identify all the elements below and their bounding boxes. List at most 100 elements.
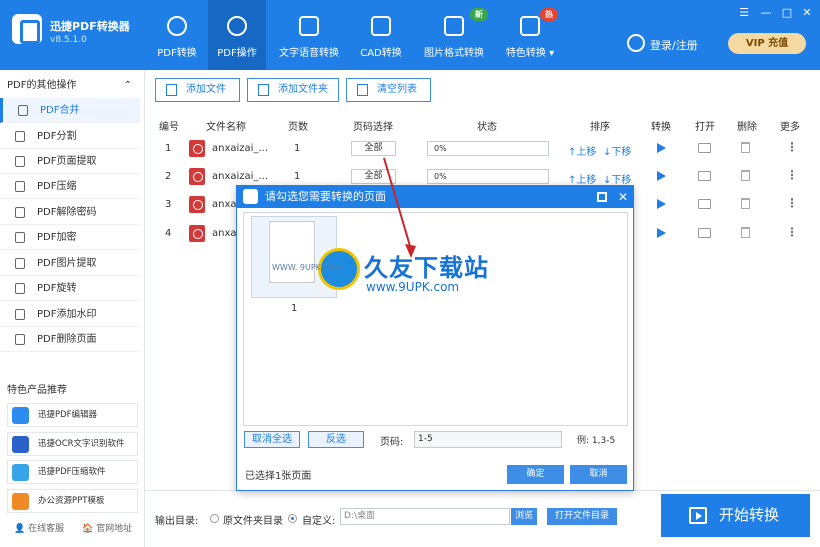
star-icon [520,16,540,36]
trash-icon[interactable] [741,170,750,181]
dialog-close-icon[interactable]: ✕ [618,186,628,208]
image-icon [15,258,25,269]
file-name: anxaizai_... [212,171,268,182]
sidebar-item-encrypt[interactable]: PDF加密 [0,225,140,250]
online-service-link[interactable]: 👤 在线客服 [14,521,64,534]
new-badge: 新 [470,8,488,21]
more-icon[interactable]: ⋮ [786,140,798,154]
waveform-icon [299,16,319,36]
folder-icon[interactable] [698,228,711,238]
move-up-button[interactable]: ↑上移 [568,143,596,158]
open-dir-button[interactable]: 打开文件目录 [547,508,617,525]
reco-pdf-compress[interactable]: 迅捷PDF压缩软件 [7,460,138,484]
reco-ppt[interactable]: 办公资源PPT模板 [7,489,138,513]
sidebar-item-extract[interactable]: PDF页面提取 [0,149,140,174]
page-thumbnail-area: 1 [243,212,628,426]
sidebar-item-merge[interactable]: PDF合并 [0,98,140,123]
pdf-file-icon [189,225,205,242]
rotate-icon [15,283,25,294]
tab-text-speech[interactable]: 文字语音转换 [272,0,346,70]
sidebar-item-watermark[interactable]: PDF添加水印 [0,302,140,327]
sidebar-item-compress[interactable]: PDF压缩 [0,174,140,199]
extract-icon [15,156,25,167]
invert-button[interactable]: 反选 [308,431,364,448]
convert-play-icon[interactable] [657,171,666,181]
login-link[interactable]: 登录/注册 [650,37,698,53]
reco-pdf-editor[interactable]: 迅捷PDF编辑器 [7,403,138,427]
convert-play-icon[interactable] [657,199,666,209]
collapse-icon[interactable]: ⌃ [124,76,132,96]
browse-button[interactable]: 浏览 [511,508,537,525]
folder-icon[interactable] [698,199,711,209]
move-down-button[interactable]: ↓下移 [603,143,631,158]
file-name: anxa [212,228,237,239]
clear-list-button[interactable]: 清空列表 [346,78,431,102]
menu-icon[interactable]: ☰ [737,6,751,19]
sidebar-item-delete-page[interactable]: PDF删除页面 [0,327,140,352]
ok-button[interactable]: 确定 [507,465,564,484]
convert-play-icon[interactable] [657,143,666,153]
sidebar-item-decrypt[interactable]: PDF解除密码 [0,200,140,225]
page-range-select[interactable]: 全部 [351,169,396,184]
page-range-select[interactable]: 全部 [351,141,396,156]
col-num: 编号 [159,122,179,133]
dialog-maximize-icon[interactable] [597,192,607,202]
trash-icon[interactable] [741,198,750,209]
file-name: anxaizai_... [212,143,268,154]
more-icon[interactable]: ⋮ [786,168,798,182]
col-pages: 页数 [288,122,308,133]
tab-cad[interactable]: CAD转换 [352,0,410,70]
add-folder-button[interactable]: 添加文件夹 [247,78,339,102]
minimize-icon[interactable]: — [759,6,773,19]
app-name: 迅捷PDF转换器 [50,20,130,33]
close-icon[interactable]: ✕ [800,6,814,19]
more-icon[interactable]: ⋮ [786,225,798,239]
reco-ocr[interactable]: 迅捷OCR文字识别软件 [7,432,138,456]
maximize-icon[interactable]: □ [780,6,794,19]
col-name: 文件名称 [206,122,246,133]
page-select-dialog: 请勾选您需要转换的页面 ✕ 1 取消全选 反选 页码: 1-5 例: 1,3-5… [236,185,634,491]
delete-page-icon [15,334,25,345]
clear-icon [357,84,368,96]
tab-pdf-operate[interactable]: PDF操作 [208,0,266,70]
tab-pdf-convert[interactable]: PDF转换 [146,0,208,70]
split-icon [15,131,25,142]
shield-icon [15,232,25,243]
vip-button[interactable]: VIP 充值 [728,33,806,54]
folder-icon[interactable] [698,171,711,181]
cancel-all-button[interactable]: 取消全选 [244,431,300,448]
col-order: 排序 [590,122,610,133]
output-label: 输出目录: [155,516,199,527]
trash-icon[interactable] [741,142,750,153]
convert-play-icon[interactable] [657,228,666,238]
app-logo-icon [12,14,42,44]
cancel-button[interactable]: 取消 [570,465,627,484]
progress-bar: 0% [427,141,549,156]
sidebar-item-image-extract[interactable]: PDF图片提取 [0,251,140,276]
page-code-input[interactable]: 1-5 [414,431,562,448]
add-file-icon [166,84,177,96]
move-down-button[interactable]: ↓下移 [603,171,631,186]
gear-icon [227,16,247,36]
move-up-button[interactable]: ↑上移 [568,171,596,186]
pdf-editor-icon [12,407,29,424]
radio-source-folder[interactable] [210,514,219,523]
lock-open-icon [15,207,25,218]
output-path-input[interactable]: D:\桌面 [340,508,510,525]
more-icon[interactable]: ⋮ [786,196,798,210]
radio-custom-folder[interactable] [288,514,297,523]
website-link[interactable]: 🏠 官网地址 [82,521,132,534]
ocr-icon [12,436,29,453]
sidebar-title[interactable]: PDF的其他操作 ⌃ [0,76,140,96]
folder-icon[interactable] [698,143,711,153]
tab-image-format[interactable]: 图片格式转换 新 [418,0,490,70]
tab-special[interactable]: 特色转换 ▾ 热 [498,0,562,70]
user-icon[interactable] [627,34,645,52]
start-convert-button[interactable]: 开始转换 [661,494,810,537]
sidebar: PDF的其他操作 ⌃ PDF合并 PDF分割 PDF页面提取 PDF压缩 PDF… [0,70,145,547]
sidebar-item-rotate[interactable]: PDF旋转 [0,276,140,301]
add-file-button[interactable]: 添加文件 [155,78,240,102]
sidebar-item-split[interactable]: PDF分割 [0,124,140,149]
hot-badge: 热 [540,8,558,21]
trash-icon[interactable] [741,227,750,238]
